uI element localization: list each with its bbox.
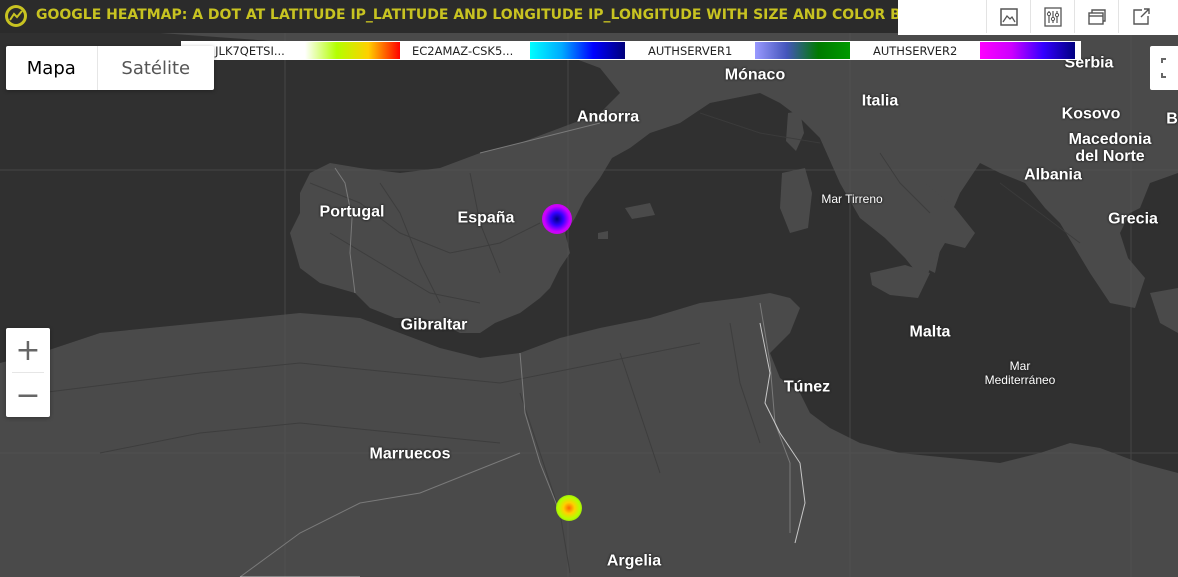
heatmap-legend: WIN-JLK7QETSI... EC2AMAZ-CSK5... AUTHSER…: [181, 41, 1081, 60]
label-mar-mediterraneo: Mar Mediterráneo: [984, 359, 1056, 387]
map-type-control: Mapa Satélite: [6, 46, 214, 90]
legend-gradient: [755, 42, 850, 59]
map-type-satellite-button[interactable]: Satélite: [98, 46, 214, 90]
fullscreen-icon: [1161, 58, 1166, 78]
heatmap-dot-win[interactable]: [556, 495, 582, 521]
label-marruecos: Marruecos: [369, 445, 451, 463]
legend-label: AUTHSERVER2: [873, 44, 958, 58]
label-tunez: Túnez: [783, 378, 831, 396]
label-espana: España: [457, 209, 515, 227]
legend-gradient: [305, 42, 400, 59]
legend-label: AUTHSERVER1: [648, 44, 733, 58]
label-italia: Italia: [861, 92, 899, 110]
label-monaco: Mónaco: [724, 66, 786, 84]
fullscreen-button[interactable]: [1150, 46, 1178, 90]
page-title: GOOGLE HEATMAP: A DOT AT LATITUDE IP_LAT…: [36, 7, 970, 23]
label-malta: Malta: [909, 323, 951, 341]
zoom-out-button[interactable]: −: [6, 373, 50, 417]
image-icon[interactable]: [986, 0, 1031, 33]
legend-gradient: [530, 42, 625, 59]
heatmap-dot-authserver2[interactable]: [542, 204, 572, 234]
external-link-icon[interactable]: [1118, 0, 1163, 33]
label-gibraltar: Gibraltar: [400, 316, 468, 334]
label-b-partial: B: [1166, 110, 1178, 128]
label-macedonia: Macedonia del Norte: [1068, 131, 1152, 165]
legend-label: EC2AMAZ-CSK5...: [412, 44, 514, 58]
sliders-icon[interactable]: [1030, 0, 1075, 33]
chart-app-icon: [5, 5, 27, 27]
label-argelia: Argelia: [606, 552, 662, 570]
label-portugal: Portugal: [319, 203, 385, 221]
label-andorra: Andorra: [576, 108, 640, 126]
map-canvas[interactable]: Serbia Mónaco Italia Andorra Kosovo B Ma…: [0, 33, 1178, 577]
map-type-map-button[interactable]: Mapa: [6, 46, 98, 90]
label-mar-tirreno: Mar Tirreno: [821, 192, 883, 206]
label-albania: Albania: [1024, 166, 1082, 184]
zoom-control: + −: [6, 328, 50, 417]
zoom-in-button[interactable]: +: [6, 328, 50, 372]
label-grecia: Grecia: [1108, 210, 1158, 228]
legend-gradient: [980, 42, 1075, 59]
windows-icon[interactable]: [1074, 0, 1119, 33]
label-kosovo: Kosovo: [1061, 105, 1121, 123]
toolbar: [898, 0, 1178, 35]
